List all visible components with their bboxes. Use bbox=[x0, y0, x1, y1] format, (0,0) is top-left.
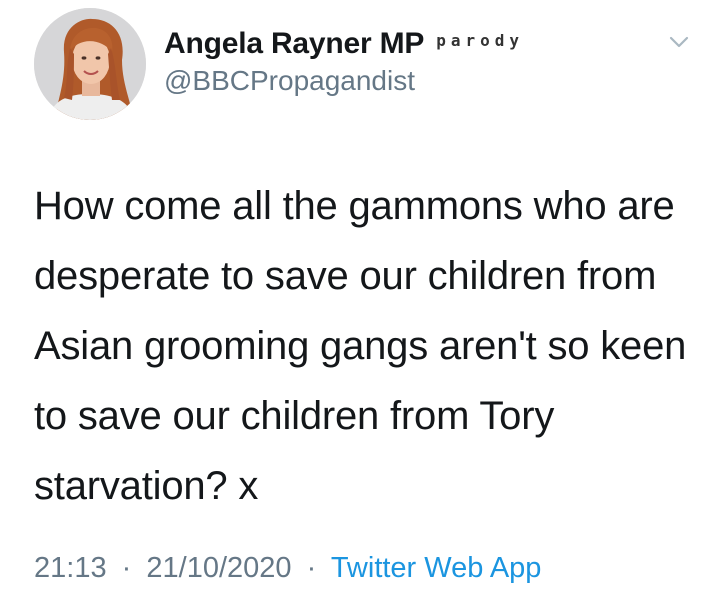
tweet-card: Angela Rayner MP parody @BBCPropagandist… bbox=[0, 0, 720, 611]
tweet-date[interactable]: 21/10/2020 bbox=[146, 552, 291, 584]
chevron-down-icon[interactable] bbox=[664, 26, 694, 56]
parody-badge: parody bbox=[436, 31, 525, 50]
tweet-meta: 21:13 · 21/10/2020 · Twitter Web App bbox=[34, 552, 541, 585]
avatar[interactable] bbox=[34, 8, 146, 120]
user-handle[interactable]: @BBCPropagandist bbox=[164, 65, 524, 97]
meta-separator: · bbox=[306, 552, 317, 584]
profile-photo bbox=[34, 8, 146, 120]
author-block: Angela Rayner MP parody @BBCPropagandist bbox=[164, 27, 524, 97]
meta-separator: · bbox=[121, 552, 132, 584]
tweet-header: Angela Rayner MP parody @BBCPropagandist bbox=[34, 8, 694, 120]
tweet-time[interactable]: 21:13 bbox=[34, 552, 107, 584]
tweet-text: How come all the gammons who are despera… bbox=[34, 184, 687, 508]
display-name-row: Angela Rayner MP parody bbox=[164, 27, 524, 61]
tweet-source-link[interactable]: Twitter Web App bbox=[331, 552, 542, 584]
chevron-down-glyph bbox=[669, 36, 689, 48]
display-name[interactable]: Angela Rayner MP bbox=[164, 27, 424, 61]
